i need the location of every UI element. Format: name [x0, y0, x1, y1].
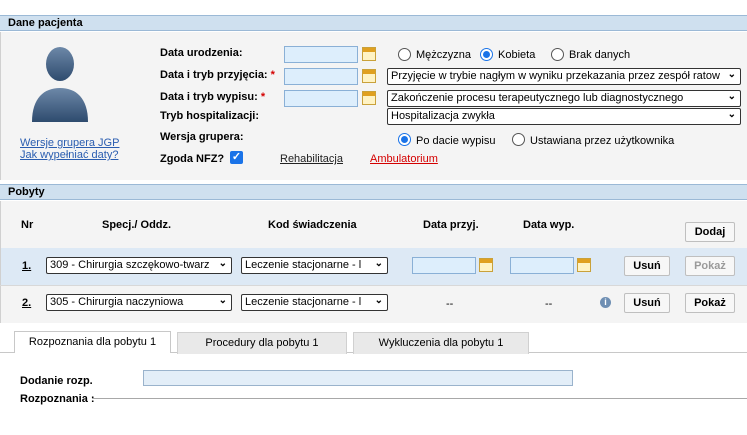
required-mark: *	[260, 91, 266, 103]
person-icon	[32, 47, 88, 122]
chevron-down-icon: ⌄	[218, 295, 227, 306]
birth-date-label: Data urodzenia:	[160, 47, 243, 59]
add-diagnosis-label: Dodanie rozp.	[20, 375, 93, 387]
stay-discharge-date-input[interactable]	[510, 257, 574, 274]
code-value: Leczenie stacjonarne - l	[245, 296, 362, 308]
code-select[interactable]: Leczenie stacjonarne - l ⌄	[241, 257, 388, 274]
chevron-down-icon: ⌄	[727, 91, 736, 102]
stays-section-title: Pobyty	[8, 186, 45, 198]
code-select[interactable]: Leczenie stacjonarne - l ⌄	[241, 294, 388, 311]
nfz-consent-label: Zgoda NFZ?	[160, 153, 225, 165]
grouper-versions-link[interactable]: Wersje grupera JGP	[20, 137, 119, 149]
col-discharge-header: Data wyp.	[523, 219, 575, 231]
grouper-user-set-radio[interactable]	[512, 133, 525, 146]
chevron-down-icon: ⌄	[727, 109, 736, 120]
admission-mode-value: Przyjęcie w trybie nagłym w wyniku przek…	[391, 70, 720, 82]
add-diagnosis-input[interactable]	[143, 370, 573, 386]
stay-admit-date: --	[446, 298, 454, 310]
col-nr-header: Nr	[21, 219, 34, 231]
admission-mode-select[interactable]: Przyjęcie w trybie nagłym w wyniku przek…	[387, 68, 741, 85]
row-number[interactable]: 1.	[22, 260, 31, 272]
show-stay-button[interactable]: Pokaż	[685, 293, 735, 313]
nfz-consent-checkbox[interactable]: ✓	[230, 151, 243, 164]
hospitalization-label: Tryb hospitalizacji:	[160, 110, 260, 122]
col-dept-header: Specj./ Oddz.	[102, 219, 172, 231]
chevron-down-icon: ⌄	[374, 258, 383, 269]
avatar	[30, 40, 90, 122]
admission-date-input[interactable]	[284, 68, 358, 85]
grouper-version-label: Wersja grupera:	[160, 131, 244, 143]
row-number[interactable]: 2.	[22, 297, 31, 309]
discharge-label: Data i tryb wypisu: *	[160, 91, 266, 103]
sex-male-label: Mężczyzna	[416, 49, 472, 61]
tab-procedures[interactable]: Procedury dla pobytu 1	[177, 332, 347, 354]
dept-value: 309 - Chirurgia szczękowo-twarz	[50, 259, 210, 271]
info-icon[interactable]: i	[600, 297, 611, 308]
calendar-icon[interactable]	[362, 91, 376, 105]
divider	[92, 398, 747, 399]
add-stay-button[interactable]: Dodaj	[685, 222, 735, 242]
col-admit-header: Data przyj.	[423, 219, 479, 231]
dept-value: 305 - Chirurgia naczyniowa	[50, 296, 184, 308]
grouper-by-discharge-label: Po dacie wypisu	[416, 135, 496, 147]
discharge-mode-select[interactable]: Zakończenie procesu terapeutycznego lub …	[387, 90, 741, 107]
admission-label: Data i tryb przyjęcia: *	[160, 69, 275, 81]
show-stay-button: Pokaż	[685, 256, 735, 276]
patient-section-title: Dane pacjenta	[8, 17, 83, 29]
remove-stay-button[interactable]: Usuń	[624, 293, 670, 313]
tab-diagnoses[interactable]: Rozpoznania dla pobytu 1	[14, 331, 171, 353]
discharge-mode-value: Zakończenie procesu terapeutycznego lub …	[391, 92, 684, 104]
grouper-by-discharge-radio[interactable]	[398, 133, 411, 146]
chevron-down-icon: ⌄	[727, 69, 736, 80]
tab-exclusions[interactable]: Wykluczenia dla pobytu 1	[353, 332, 529, 354]
dept-select[interactable]: 309 - Chirurgia szczękowo-twarz ⌄	[46, 257, 232, 274]
required-mark: *	[270, 69, 275, 81]
row-divider	[0, 285, 747, 286]
ambulatory-link[interactable]: Ambulatorium	[370, 153, 438, 165]
birth-date-input[interactable]	[284, 46, 358, 63]
hospitalization-mode-select[interactable]: Hospitalizacja zwykła ⌄	[387, 108, 741, 125]
col-code-header: Kod świadczenia	[268, 219, 357, 231]
code-value: Leczenie stacjonarne - l	[245, 259, 362, 271]
calendar-icon[interactable]	[362, 69, 376, 83]
diagnoses-list-label: Rozpoznania :	[20, 393, 95, 405]
discharge-date-input[interactable]	[284, 90, 358, 107]
remove-stay-button[interactable]: Usuń	[624, 256, 670, 276]
sex-female-label: Kobieta	[498, 49, 536, 61]
stay-admit-date-input[interactable]	[412, 257, 476, 274]
calendar-icon[interactable]	[479, 258, 493, 272]
sex-female-radio[interactable]	[480, 48, 493, 61]
dept-select[interactable]: 305 - Chirurgia naczyniowa ⌄	[46, 294, 232, 311]
patient-section-header: Dane pacjenta	[0, 15, 747, 31]
rehabilitation-link[interactable]: Rehabilitacja	[280, 153, 343, 165]
sex-male-radio[interactable]	[398, 48, 411, 61]
chevron-down-icon: ⌄	[374, 295, 383, 306]
calendar-icon[interactable]	[362, 47, 376, 61]
grouper-user-set-label: Ustawiana przez użytkownika	[530, 135, 675, 147]
sex-unknown-radio[interactable]	[551, 48, 564, 61]
chevron-down-icon: ⌄	[218, 258, 227, 269]
calendar-icon[interactable]	[577, 258, 591, 272]
how-to-fill-dates-link[interactable]: Jak wypełniać daty?	[20, 149, 118, 161]
stays-section-header: Pobyty	[0, 184, 747, 200]
hospitalization-mode-value: Hospitalizacja zwykła	[391, 110, 495, 122]
sex-unknown-label: Brak danych	[569, 49, 631, 61]
stay-discharge-date: --	[545, 298, 553, 310]
